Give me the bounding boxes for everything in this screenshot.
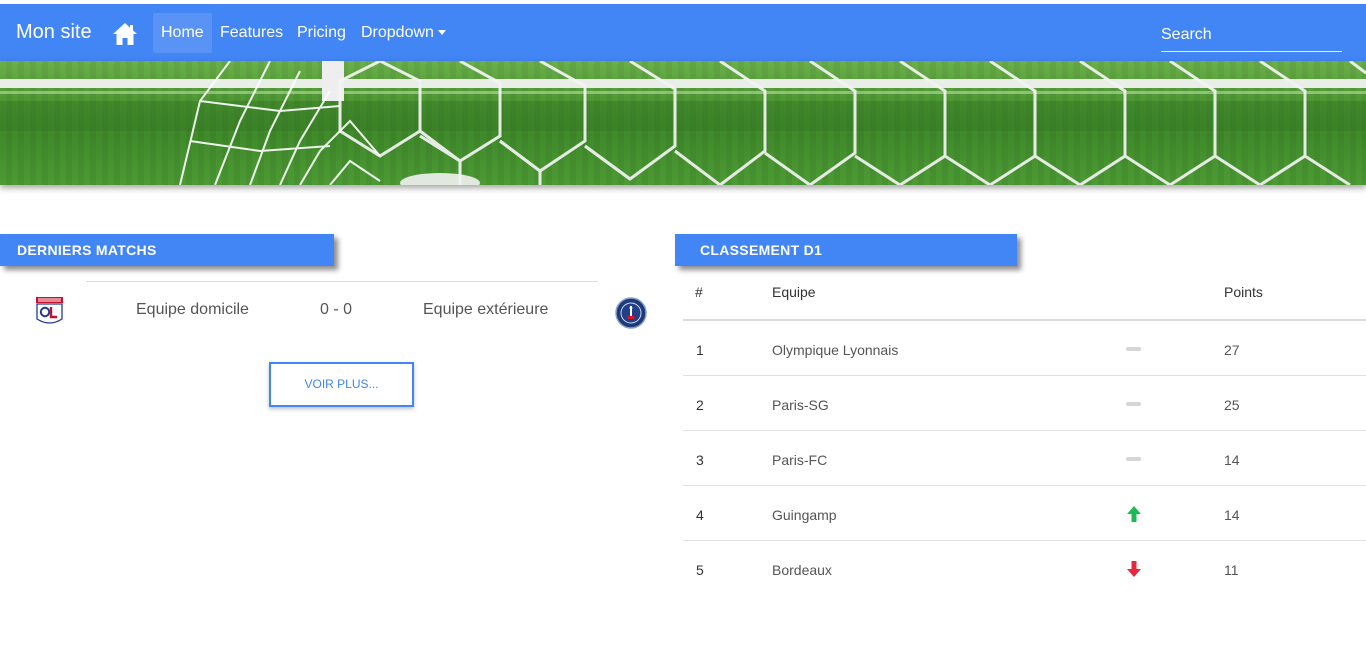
- trend-same-icon: [1126, 449, 1142, 469]
- home-team-name: Equipe domicile: [136, 301, 249, 318]
- psg-logo-icon: [615, 297, 647, 329]
- rank-cell: 5: [696, 562, 704, 578]
- match-score: 0 - 0: [320, 301, 353, 318]
- rank-cell: 4: [696, 507, 704, 523]
- nav-pricing[interactable]: Pricing: [289, 13, 354, 53]
- home-icon[interactable]: [112, 22, 138, 46]
- nav-dropdown[interactable]: Dropdown: [353, 13, 454, 53]
- brand-title[interactable]: Mon site: [16, 21, 92, 44]
- table-row: 4 Guingamp 14: [683, 486, 1366, 541]
- arrow-up-icon: [1127, 506, 1141, 522]
- col-header-team: Equipe: [772, 284, 816, 300]
- team-cell: Bordeaux: [772, 562, 832, 578]
- rank-cell: 3: [696, 452, 704, 468]
- points-cell: 27: [1224, 342, 1240, 358]
- nav-home[interactable]: Home: [153, 13, 212, 53]
- rank-cell: 2: [696, 397, 704, 413]
- team-cell: Guingamp: [772, 507, 837, 523]
- chevron-down-icon: [437, 30, 446, 36]
- standings-header: CLASSEMENT D1: [675, 234, 1017, 266]
- points-cell: 14: [1224, 452, 1240, 468]
- ol-logo-icon: [36, 297, 63, 324]
- goal-net-image: [0, 61, 1366, 185]
- hero-banner: [0, 61, 1366, 185]
- team-cell: Olympique Lyonnais: [772, 342, 899, 358]
- latest-matches-header: DERNIERS MATCHS: [0, 234, 334, 266]
- nav-features[interactable]: Features: [212, 13, 291, 53]
- table-row: 2 Paris-SG 25: [683, 376, 1366, 431]
- table-row: 5 Bordeaux 11: [683, 541, 1366, 596]
- team-cell: Paris-FC: [772, 452, 828, 468]
- arrow-down-icon: [1127, 561, 1141, 577]
- col-header-rank: #: [695, 284, 703, 300]
- trend-same-icon: [1126, 394, 1142, 414]
- nav-dropdown-label: Dropdown: [361, 24, 434, 41]
- divider: [86, 281, 598, 282]
- navbar: Mon site Home Features Pricing Dropdown: [0, 4, 1366, 61]
- see-more-button[interactable]: VOIR PLUS...: [269, 362, 414, 407]
- team-cell: Paris-SG: [772, 397, 829, 413]
- trend-same-icon: [1126, 339, 1142, 359]
- points-cell: 25: [1224, 397, 1240, 413]
- away-team-name: Equipe extérieure: [423, 301, 549, 318]
- table-row: 1 Olympique Lyonnais 27: [683, 321, 1366, 376]
- search-input[interactable]: [1161, 18, 1342, 52]
- table-row: 3 Paris-FC 14: [683, 431, 1366, 486]
- points-cell: 14: [1224, 507, 1240, 523]
- points-cell: 11: [1224, 562, 1239, 578]
- col-header-points: Points: [1224, 284, 1263, 300]
- rank-cell: 1: [696, 342, 704, 358]
